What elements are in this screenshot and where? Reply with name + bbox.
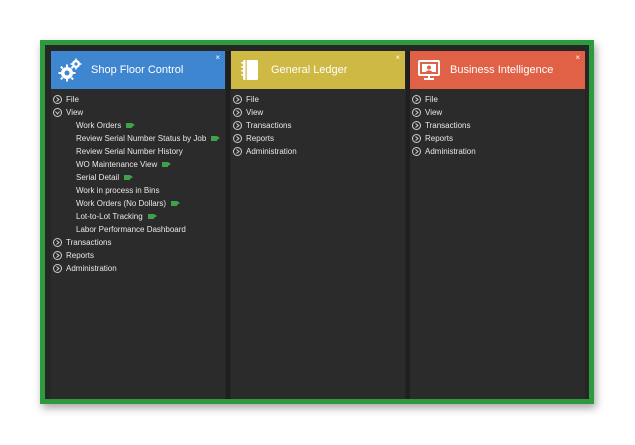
camera-icon [147, 214, 157, 219]
menu-item-label: Reports [66, 251, 95, 260]
submenu-item-label: Review Serial Number History [76, 147, 183, 156]
submenu-item-label: Work Orders [76, 121, 122, 130]
menu-item-label: Transactions [246, 121, 292, 130]
panel-title: Shop Floor Control [91, 64, 184, 76]
camera-icon [126, 123, 136, 128]
gears-icon [57, 57, 83, 83]
menu-item-label: File [66, 95, 79, 104]
panel-shop-floor-control: Shop Floor Control × File View Work Orde… [51, 51, 225, 399]
panel-header: General Ledger × [231, 51, 405, 89]
app-frame: Shop Floor Control × File View Work Orde… [40, 40, 594, 404]
submenu-item-label: Serial Detail [76, 173, 120, 182]
expand-arrow-icon [233, 121, 242, 130]
menu-item-view[interactable]: View [231, 106, 405, 119]
submenu-item-label: Review Serial Number Status by Job [76, 134, 207, 143]
submenu-item-work-orders-no-dollars[interactable]: Work Orders (No Dollars) [51, 197, 225, 210]
expand-arrow-icon [233, 134, 242, 143]
submenu-item-label: Lot-to-Lot Tracking [76, 212, 143, 221]
panel-title: General Ledger [271, 64, 348, 76]
expand-arrow-icon [233, 108, 242, 117]
menu-item-file[interactable]: File [231, 93, 405, 106]
menu-item-label: View [66, 108, 84, 117]
menu-item-reports[interactable]: Reports [51, 249, 225, 262]
collapse-arrow-icon [53, 108, 62, 117]
expand-arrow-icon [233, 95, 242, 104]
close-icon[interactable]: × [215, 53, 220, 63]
expand-arrow-icon [233, 147, 242, 156]
menu-item-file[interactable]: File [410, 93, 585, 106]
panel-menu: File View Transactions Reports Administr… [410, 89, 585, 158]
menu-item-label: View [246, 108, 264, 117]
expand-arrow-icon [53, 264, 62, 273]
close-icon[interactable]: × [395, 53, 400, 63]
menu-item-administration[interactable]: Administration [410, 145, 585, 158]
expand-arrow-icon [412, 95, 421, 104]
menu-item-view[interactable]: View [51, 106, 225, 119]
menu-item-view[interactable]: View [410, 106, 585, 119]
submenu-item-serial-detail[interactable]: Serial Detail [51, 171, 225, 184]
menu-item-administration[interactable]: Administration [51, 262, 225, 275]
camera-icon [211, 136, 221, 141]
submenu-item-wip-bins[interactable]: Work in process in Bins [51, 184, 225, 197]
menu-item-label: Administration [66, 264, 117, 273]
close-icon[interactable]: × [575, 53, 580, 63]
panel-header: Shop Floor Control × [51, 51, 225, 89]
presentation-icon [416, 57, 442, 83]
expand-arrow-icon [412, 121, 421, 130]
menu-item-transactions[interactable]: Transactions [231, 119, 405, 132]
panel-header: Business Intelligence × [410, 51, 585, 89]
panels-container: Shop Floor Control × File View Work Orde… [45, 45, 589, 399]
expand-arrow-icon [412, 147, 421, 156]
menu-item-label: Administration [425, 147, 476, 156]
menu-item-label: Reports [246, 134, 275, 143]
menu-item-label: View [425, 108, 443, 117]
submenu-item-label: Labor Performance Dashboard [76, 225, 186, 234]
panel-general-ledger: General Ledger × File View Transactions [231, 51, 405, 399]
menu-item-file[interactable]: File [51, 93, 225, 106]
menu-item-label: File [425, 95, 438, 104]
submenu-item-review-serial-history[interactable]: Review Serial Number History [51, 145, 225, 158]
submenu-item-review-serial-status[interactable]: Review Serial Number Status by Job [51, 132, 225, 145]
menu-item-administration[interactable]: Administration [231, 145, 405, 158]
menu-item-transactions[interactable]: Transactions [410, 119, 585, 132]
camera-icon [171, 201, 181, 206]
panel-menu: File View Transactions Reports Administr… [231, 89, 405, 158]
expand-arrow-icon [53, 95, 62, 104]
submenu-item-labor-performance-dashboard[interactable]: Labor Performance Dashboard [51, 223, 225, 236]
submenu-item-lot-to-lot-tracking[interactable]: Lot-to-Lot Tracking [51, 210, 225, 223]
menu-item-label: Administration [246, 147, 297, 156]
panel-menu: File View Work Orders Review Serial Numb… [51, 89, 225, 275]
menu-item-label: Transactions [425, 121, 471, 130]
menu-item-transactions[interactable]: Transactions [51, 236, 225, 249]
notebook-icon [237, 57, 263, 83]
expand-arrow-icon [53, 238, 62, 247]
camera-icon [162, 162, 172, 167]
submenu-item-label: Work Orders (No Dollars) [76, 199, 167, 208]
expand-arrow-icon [53, 251, 62, 260]
expand-arrow-icon [412, 108, 421, 117]
panel-title: Business Intelligence [450, 64, 554, 76]
submenu-item-wo-maintenance-view[interactable]: WO Maintenance View [51, 158, 225, 171]
submenu-item-work-orders[interactable]: Work Orders [51, 119, 225, 132]
menu-item-reports[interactable]: Reports [231, 132, 405, 145]
submenu-item-label: Work in process in Bins [76, 186, 160, 195]
menu-item-reports[interactable]: Reports [410, 132, 585, 145]
menu-item-label: Transactions [66, 238, 112, 247]
menu-item-label: Reports [425, 134, 454, 143]
submenu-item-label: WO Maintenance View [76, 160, 158, 169]
camera-icon [124, 175, 134, 180]
panel-business-intelligence: Business Intelligence × File View Transa… [410, 51, 585, 399]
expand-arrow-icon [412, 134, 421, 143]
menu-item-label: File [246, 95, 259, 104]
panel-splitter[interactable] [226, 51, 230, 399]
